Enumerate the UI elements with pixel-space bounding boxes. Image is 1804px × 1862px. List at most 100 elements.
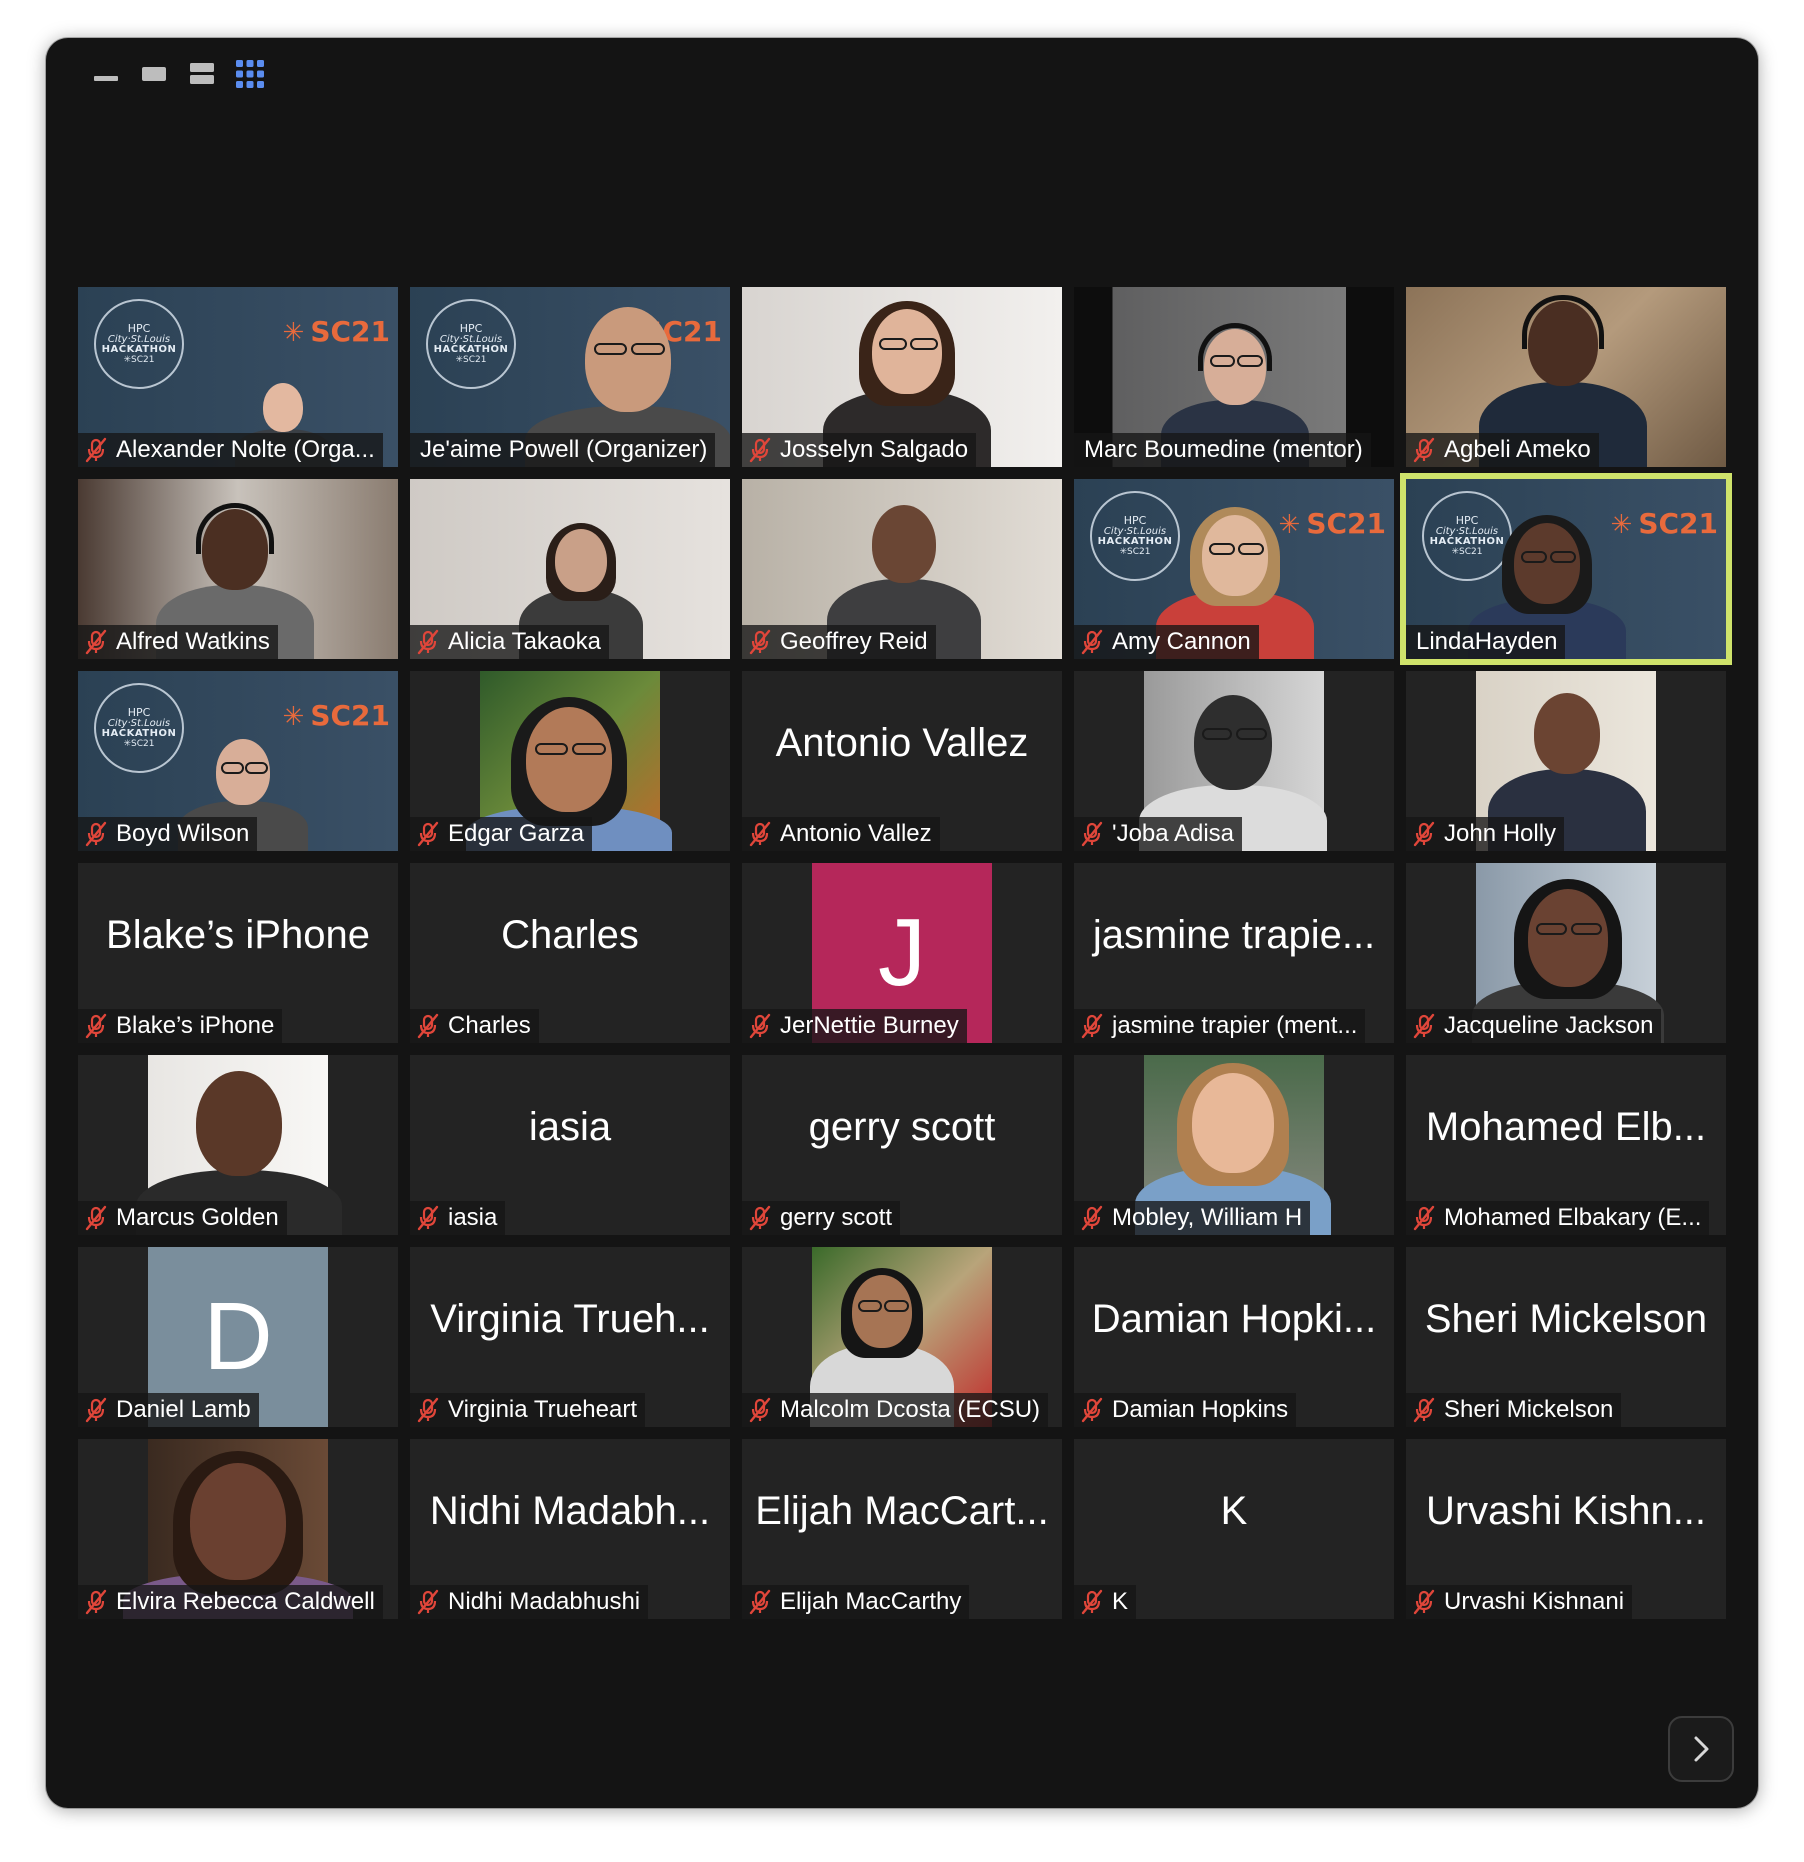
participant-name: K — [1112, 1588, 1129, 1615]
participant-name: Alicia Takaoka — [448, 628, 601, 655]
participant-name: Blake’s iPhone — [116, 1012, 275, 1039]
next-page-button[interactable] — [1668, 1716, 1734, 1782]
participant-name: Alfred Watkins — [116, 628, 270, 655]
participant-name: Jacqueline Jackson — [1444, 1012, 1654, 1039]
participant-tile[interactable]: Charles Charles — [410, 863, 730, 1043]
microphone-muted-icon — [1413, 821, 1435, 847]
participant-tile[interactable]: KK — [1074, 1439, 1394, 1619]
participant-display-name: Mohamed Elb... — [1425, 1104, 1707, 1149]
minimize-view-button[interactable] — [82, 56, 130, 92]
participant-tile[interactable]: Josselyn Salgado — [742, 287, 1062, 467]
participant-name-tag: Elijah MacCarthy — [742, 1585, 970, 1619]
participant-tile[interactable]: Agbeli Ameko — [1406, 287, 1726, 467]
microphone-muted-icon — [1413, 1205, 1435, 1231]
microphone-muted-icon — [85, 821, 107, 847]
participant-name-tag: John Holly — [1406, 817, 1565, 851]
participant-tile[interactable]: Geoffrey Reid — [742, 479, 1062, 659]
participant-name-tag: Charles — [410, 1009, 539, 1043]
participant-tile[interactable]: Mobley, William H — [1074, 1055, 1394, 1235]
speaker-view-button[interactable] — [130, 56, 178, 92]
single-rect-icon — [142, 67, 166, 81]
participant-tile[interactable]: J JerNettie Burney — [742, 863, 1062, 1043]
microphone-muted-icon — [85, 1013, 107, 1039]
participant-tile[interactable]: Antonio Vallez Antonio Vallez — [742, 671, 1062, 851]
participant-name-tag: Agbeli Ameko — [1406, 433, 1599, 467]
participant-tile[interactable]: Malcolm Dcosta (ECSU) — [742, 1247, 1062, 1427]
microphone-muted-icon — [749, 1013, 771, 1039]
microphone-muted-icon — [85, 437, 107, 463]
participant-tile[interactable]: Urvashi Kishn... Urvashi Kishnani — [1406, 1439, 1726, 1619]
participant-name-tag: K — [1074, 1585, 1137, 1619]
participant-tile[interactable]: Alicia Takaoka — [410, 479, 730, 659]
participant-name: 'Joba Adisa — [1112, 820, 1235, 847]
microphone-muted-icon — [1081, 1013, 1103, 1039]
participant-name: Edgar Garza — [448, 820, 585, 847]
participant-name-tag: Alicia Takaoka — [410, 625, 609, 659]
participant-name: Urvashi Kishnani — [1444, 1588, 1625, 1615]
participant-tile[interactable]: 'Joba Adisa — [1074, 671, 1394, 851]
participant-name-tag: Sheri Mickelson — [1406, 1393, 1622, 1427]
sc21-logo: ✳SC21 — [282, 315, 390, 348]
microphone-muted-icon — [85, 629, 107, 655]
participant-tile[interactable]: D Daniel Lamb — [78, 1247, 398, 1427]
microphone-muted-icon — [749, 629, 771, 655]
participant-tile[interactable]: Virginia Trueh... Virginia Trueheart — [410, 1247, 730, 1427]
participant-name: Daniel Lamb — [116, 1396, 251, 1423]
microphone-muted-icon — [1081, 1205, 1103, 1231]
participant-tile[interactable]: Edgar Garza — [410, 671, 730, 851]
participant-tile[interactable]: HPC City·St.Louis HACKATHON ✳SC21 ✳ SC21 Amy C… — [1074, 479, 1394, 659]
participant-name: jasmine trapier (ment... — [1112, 1012, 1358, 1039]
participant-tile[interactable]: iasia iasia — [410, 1055, 730, 1235]
participant-name: Marc Boumedine (mentor) — [1084, 436, 1363, 463]
gallery-view-button[interactable] — [226, 56, 274, 92]
participant-tile[interactable]: Sheri Mickelson Sheri Mickelson — [1406, 1247, 1726, 1427]
microphone-muted-icon — [1413, 437, 1435, 463]
participant-tile[interactable]: Elijah MacCart... Elijah MacCarthy — [742, 1439, 1062, 1619]
participant-tile[interactable]: Nidhi Madabh... Nidhi Madabhushi — [410, 1439, 730, 1619]
stacked-view-button[interactable] — [178, 56, 226, 92]
participant-tile[interactable]: Mohamed Elb... Mohamed Elbakary (E... — [1406, 1055, 1726, 1235]
microphone-muted-icon — [749, 1205, 771, 1231]
participant-tile[interactable]: Alfred Watkins — [78, 479, 398, 659]
microphone-muted-icon — [417, 821, 439, 847]
sc21-logo: ✳SC21 — [282, 699, 390, 732]
microphone-muted-icon — [749, 821, 771, 847]
participant-tile[interactable]: HPC City·St.Louis HACKATHON ✳SC21 ✳ SC21 Boyd … — [78, 671, 398, 851]
participant-display-name: Blake’s iPhone — [106, 912, 370, 957]
participant-name: Antonio Vallez — [780, 820, 932, 847]
hackathon-logo: HPC City·St.Louis HACKATHON ✳SC21 — [426, 299, 516, 389]
participant-tile[interactable]: Marcus Golden — [78, 1055, 398, 1235]
microphone-muted-icon — [417, 1589, 439, 1615]
participant-display-name: Virginia Trueh... — [430, 1296, 710, 1341]
microphone-muted-icon — [417, 629, 439, 655]
participant-name-tag: Elvira Rebecca Caldwell — [78, 1585, 383, 1619]
participant-tile[interactable]: HPC City·St.Louis HACKATHON ✳SC21 ✳ SC21 Alexa… — [78, 287, 398, 467]
participant-name-tag: Daniel Lamb — [78, 1393, 259, 1427]
participant-name-tag: Jacqueline Jackson — [1406, 1009, 1662, 1043]
participant-name-tag: JerNettie Burney — [742, 1009, 967, 1043]
microphone-muted-icon — [1081, 1397, 1103, 1423]
participant-tile[interactable]: Damian Hopki... Damian Hopkins — [1074, 1247, 1394, 1427]
participant-tile[interactable]: HPCCity·St.LouisHACKATHON✳SC21✳SC21Je'ai… — [410, 287, 730, 467]
participant-name-tag: Antonio Vallez — [742, 817, 940, 851]
participant-display-name: Antonio Vallez — [775, 720, 1029, 765]
participant-tile[interactable]: Blake’s iPhone Blake’s iPhone — [78, 863, 398, 1043]
participant-tile[interactable]: HPC City·St.Louis HACKATHON ✳SC21 ✳ SC21 Linda… — [1400, 473, 1732, 665]
participant-tile[interactable]: John Holly — [1406, 671, 1726, 851]
participant-tile[interactable]: Elvira Rebecca Caldwell — [78, 1439, 398, 1619]
hackathon-logo: HPC City·St.Louis HACKATHON ✳SC21 — [94, 683, 184, 773]
participant-name-tag: gerry scott — [742, 1201, 901, 1235]
participant-name-tag: 'Joba Adisa — [1074, 817, 1243, 851]
participant-tile[interactable]: Marc Boumedine (mentor) — [1074, 287, 1394, 467]
sc21-logo: ✳SC21 — [1610, 507, 1718, 540]
participant-name-tag: Mobley, William H — [1074, 1201, 1311, 1235]
participant-tile[interactable]: gerry scott gerry scott — [742, 1055, 1062, 1235]
microphone-muted-icon — [417, 1013, 439, 1039]
participant-grid: HPC City·St.Louis HACKATHON ✳SC21 ✳ SC21 Alexa… — [78, 287, 1732, 1619]
participant-name: Agbeli Ameko — [1444, 436, 1591, 463]
participant-name: iasia — [448, 1204, 498, 1231]
microphone-muted-icon — [417, 1205, 439, 1231]
participant-tile[interactable]: Jacqueline Jackson — [1406, 863, 1726, 1043]
two-rect-icon — [190, 63, 214, 84]
participant-tile[interactable]: jasmine trapie... jasmine trapier (ment..… — [1074, 863, 1394, 1043]
